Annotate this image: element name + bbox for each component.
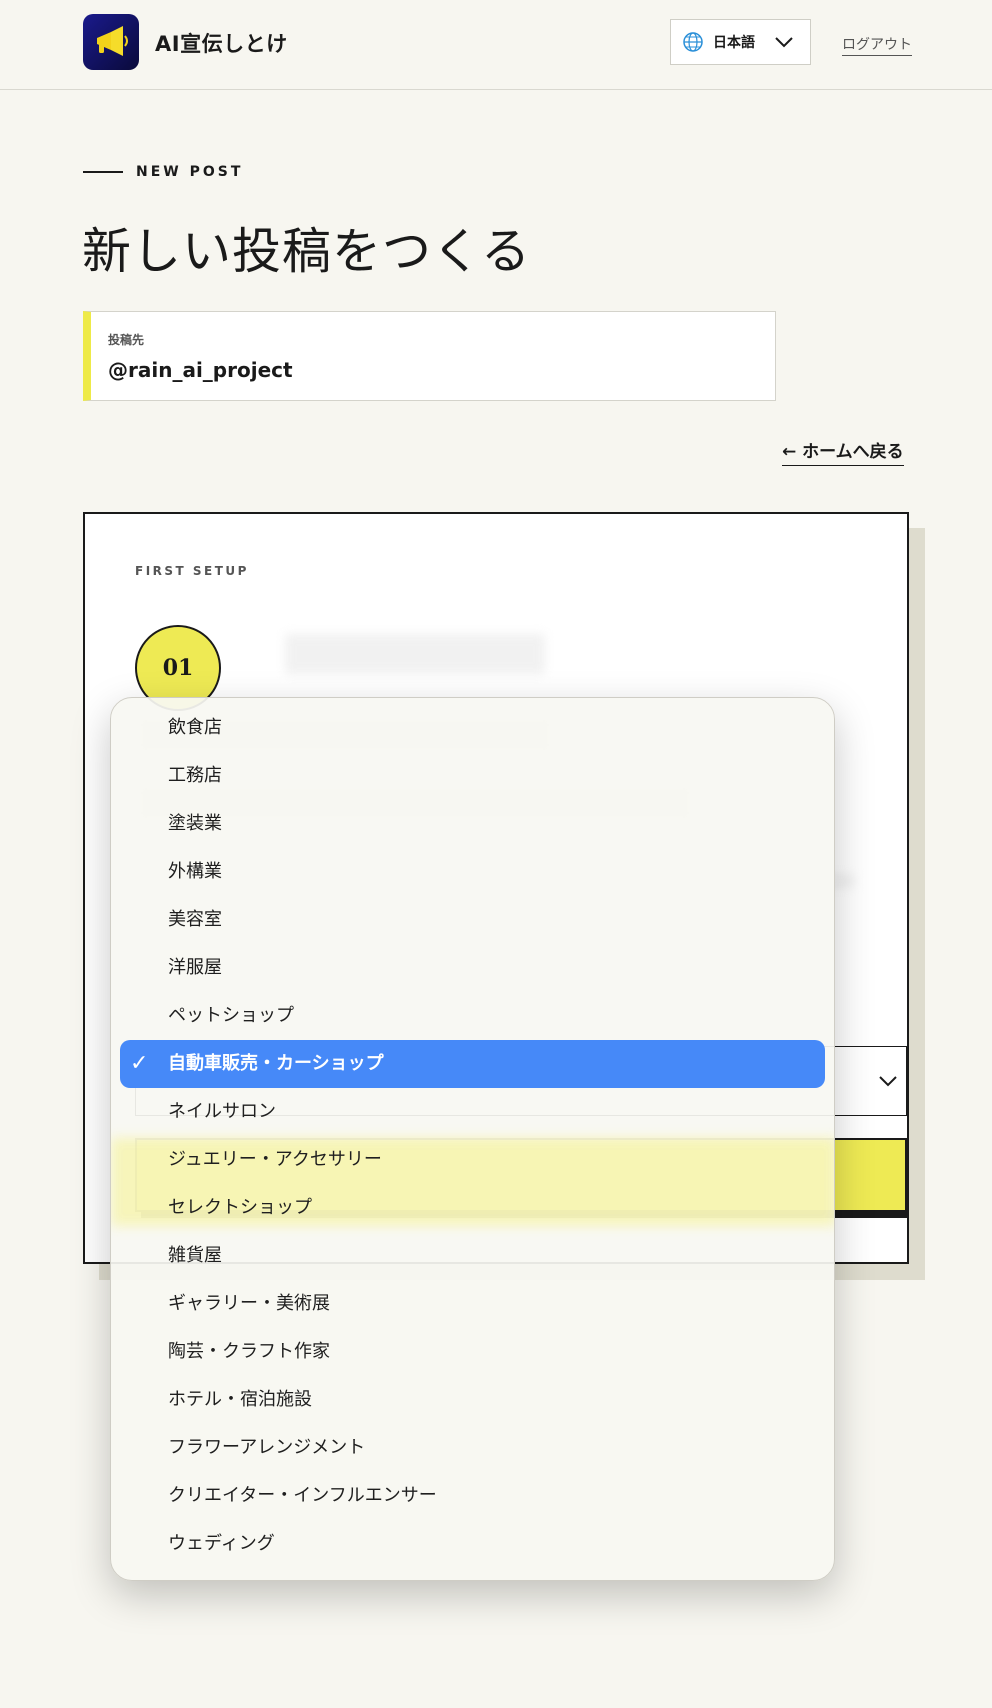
dropdown-option-label: 洋服屋 <box>168 957 222 978</box>
dropdown-option-label: ホテル・宿泊施設 <box>168 1389 312 1410</box>
dropdown-option[interactable]: ペットショップ <box>120 992 825 1040</box>
dropdown-option[interactable]: ウェディング <box>120 1520 825 1568</box>
page-title: 新しい投稿をつくる <box>82 223 532 280</box>
post-target-account: @rain_ai_project <box>108 358 293 382</box>
language-select[interactable]: 日本語 <box>670 19 811 65</box>
dropdown-option[interactable]: ジュエリー・アクセサリー <box>120 1136 825 1184</box>
dropdown-option[interactable]: 美容室 <box>120 896 825 944</box>
dropdown-option[interactable]: ✓ 自動車販売・カーショップ <box>120 1040 825 1088</box>
card-eyebrow: FIRST SETUP <box>135 564 249 578</box>
dropdown-option-label: 雑貨屋 <box>168 1245 222 1266</box>
dropdown-option[interactable]: 陶芸・クラフト作家 <box>120 1328 825 1376</box>
checkmark-icon: ✓ <box>130 1051 149 1076</box>
dropdown-option-label: 飲食店 <box>168 717 222 738</box>
eyebrow-divider <box>83 171 123 173</box>
dropdown-option-label: クリエイター・インフルエンサー <box>168 1485 437 1506</box>
dropdown-option-label: 自動車販売・カーショップ <box>168 1053 384 1074</box>
post-target-box: 投稿先 @rain_ai_project <box>83 311 776 401</box>
dropdown-option-label: ペットショップ <box>168 1005 294 1026</box>
dropdown-option[interactable]: 洋服屋 <box>120 944 825 992</box>
dropdown-option-label: ネイルサロン <box>168 1101 276 1122</box>
language-label: 日本語 <box>713 35 755 51</box>
dropdown-option-label: フラワーアレンジメント <box>168 1437 366 1458</box>
obscured-line <box>285 634 545 674</box>
chevron-down-icon <box>879 1076 897 1087</box>
post-target-label: 投稿先 <box>108 333 145 347</box>
logout-link[interactable]: ログアウト <box>842 34 912 56</box>
dropdown-options: 飲食店工務店塗装業外構業美容室洋服屋ペットショップ ✓ 自動車販売・カーショップ ネイ… <box>111 704 834 1568</box>
dropdown-option-label: 美容室 <box>168 909 222 930</box>
dropdown-option-label: セレクトショップ <box>168 1197 312 1218</box>
industry-dropdown-menu[interactable]: 飲食店工務店塗装業外構業美容室洋服屋ペットショップ ✓ 自動車販売・カーショップ ネイ… <box>110 697 835 1581</box>
megaphone-icon[interactable] <box>83 14 139 70</box>
dropdown-option[interactable]: ネイルサロン <box>120 1088 825 1136</box>
dropdown-option[interactable]: クリエイター・インフルエンサー <box>120 1472 825 1520</box>
dropdown-option[interactable]: 雑貨屋 <box>120 1232 825 1280</box>
dropdown-option-label: ウェディング <box>168 1533 275 1554</box>
dropdown-option-label: 外構業 <box>168 861 222 882</box>
dropdown-option[interactable]: ギャラリー・美術展 <box>120 1280 825 1328</box>
dropdown-option-label: ギャラリー・美術展 <box>168 1293 330 1314</box>
dropdown-option[interactable]: セレクトショップ <box>120 1184 825 1232</box>
dropdown-option-label: 陶芸・クラフト作家 <box>168 1341 330 1362</box>
back-home-link[interactable]: ← ホームへ戻る <box>782 437 904 466</box>
dropdown-option[interactable]: 塗装業 <box>120 800 825 848</box>
eyebrow-text: NEW POST <box>136 164 244 180</box>
dropdown-option[interactable]: 飲食店 <box>120 704 825 752</box>
globe-icon <box>683 32 703 52</box>
dropdown-option[interactable]: 工務店 <box>120 752 825 800</box>
dropdown-option-label: 工務店 <box>168 765 222 786</box>
app-header: AI宣伝しとけ 日本語 ログアウト <box>0 0 992 90</box>
dropdown-option[interactable]: ホテル・宿泊施設 <box>120 1376 825 1424</box>
dropdown-option[interactable]: フラワーアレンジメント <box>120 1424 825 1472</box>
dropdown-option-label: 塗装業 <box>168 813 222 834</box>
app-name: AI宣伝しとけ <box>155 32 288 56</box>
dropdown-option[interactable]: 外構業 <box>120 848 825 896</box>
chevron-down-icon <box>775 37 793 48</box>
page-eyebrow: NEW POST <box>83 164 243 180</box>
dropdown-option-label: ジュエリー・アクセサリー <box>168 1149 382 1170</box>
